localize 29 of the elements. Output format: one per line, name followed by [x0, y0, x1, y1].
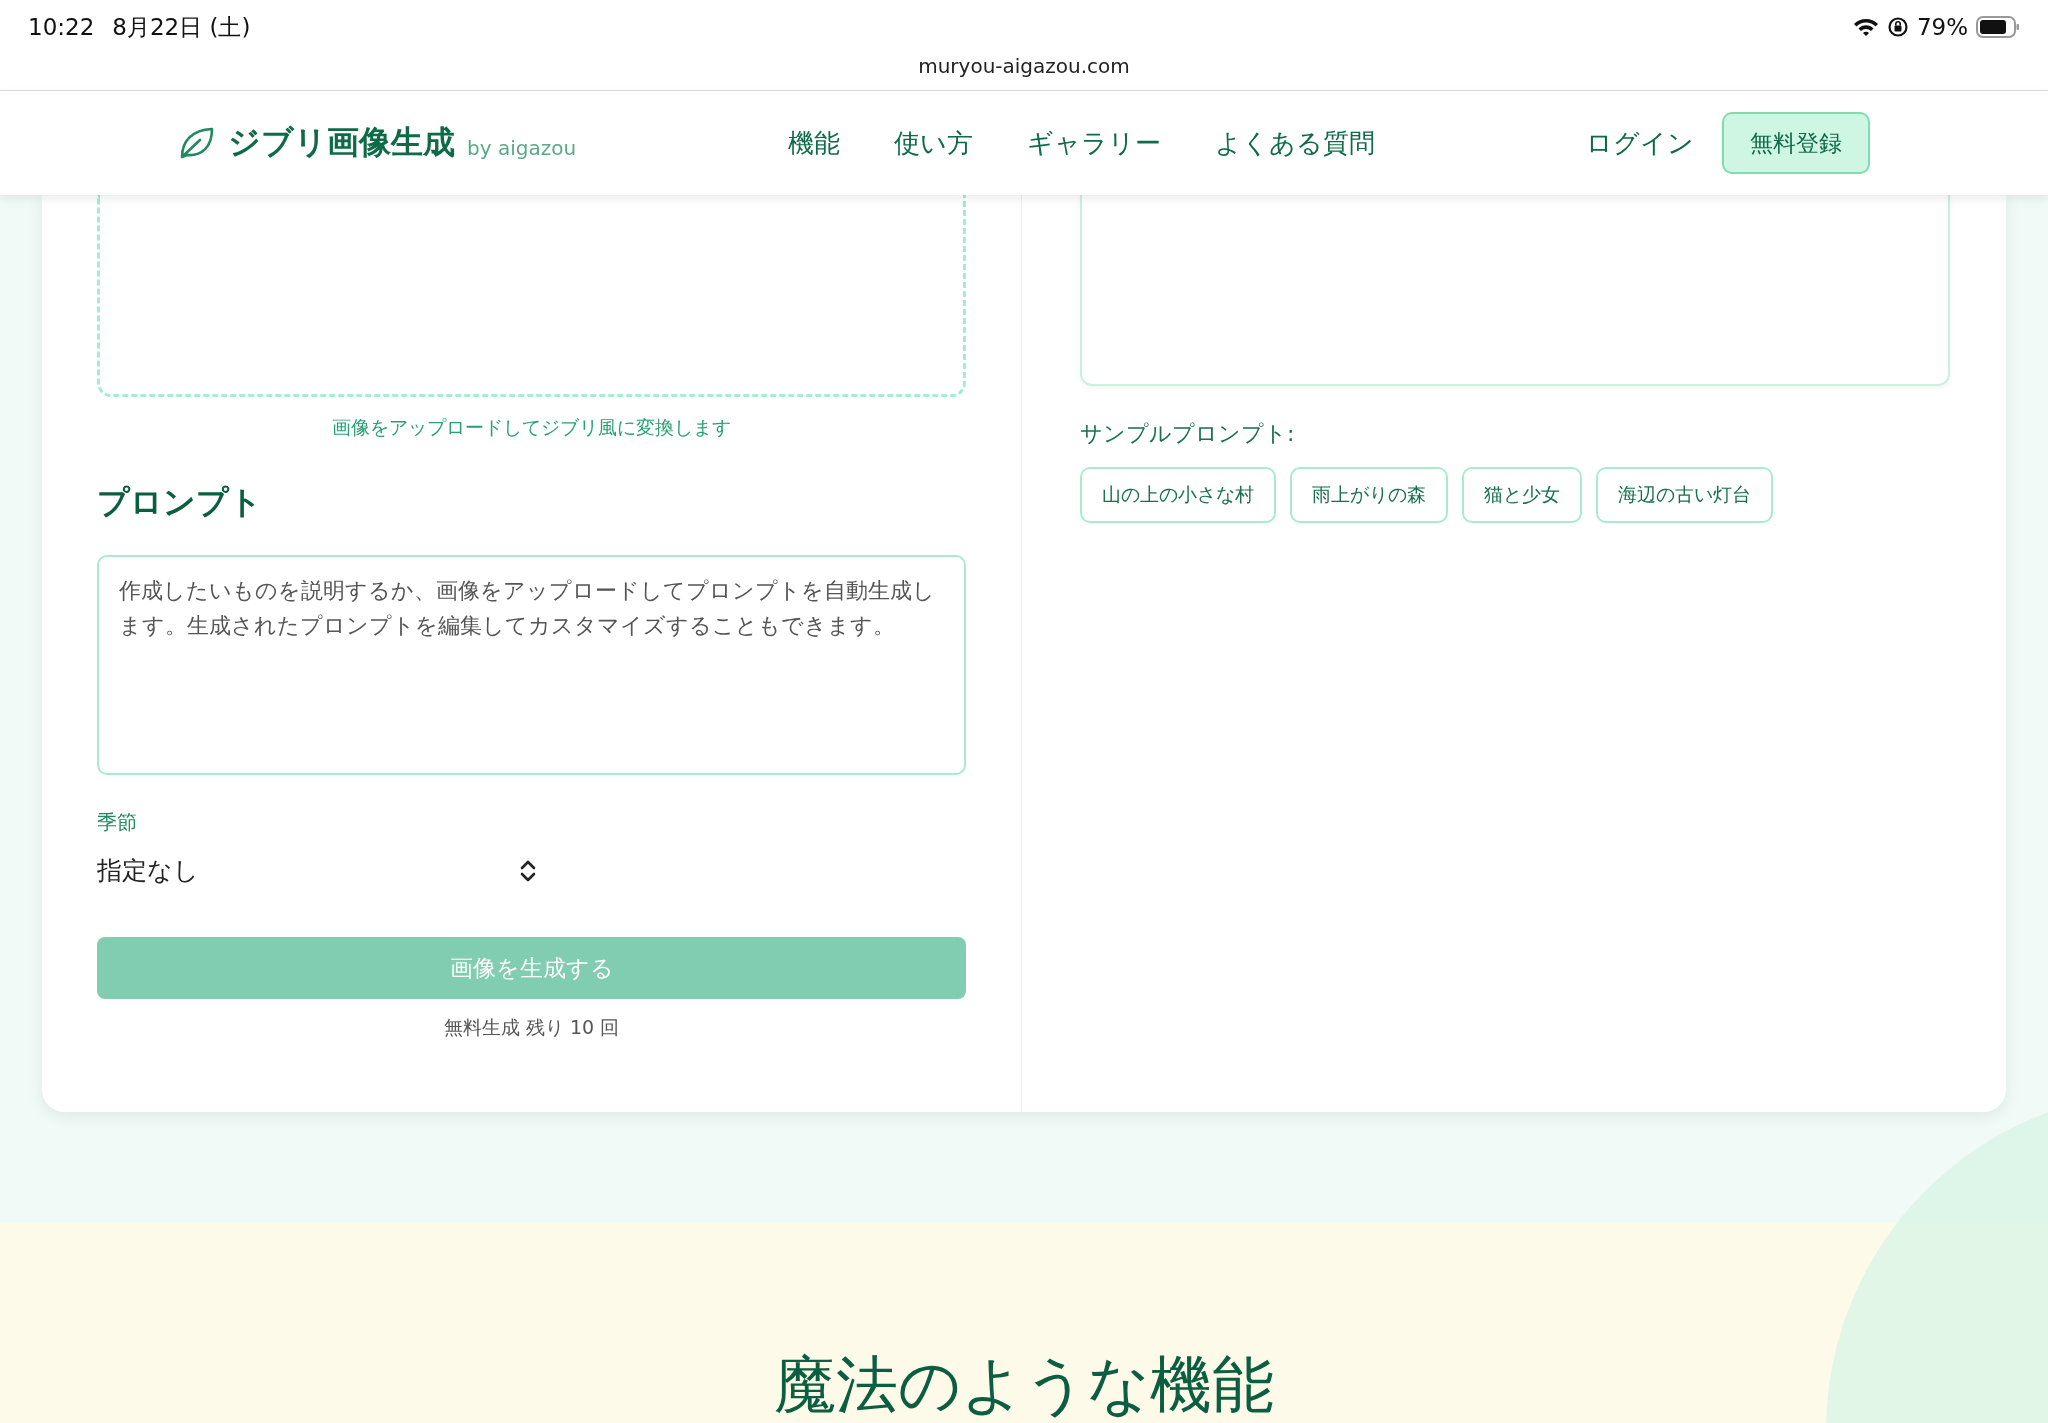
sample-chip[interactable]: 海辺の古い灯台 [1596, 467, 1773, 523]
nav-link[interactable]: 機能 [787, 125, 840, 161]
nav-link[interactable]: よくある質問 [1214, 125, 1375, 161]
prompt-heading: プロンプト [97, 482, 263, 523]
sample-label: サンプルプロンプト: [1080, 420, 1296, 448]
battery-icon [1976, 16, 2020, 38]
url-text: muryou-aigazou.com [918, 54, 1130, 78]
rotation-lock-icon [1886, 16, 1909, 38]
sample-chip[interactable]: 雨上がりの森 [1290, 467, 1448, 523]
status-time: 10:22 [28, 14, 95, 40]
upload-caption: 画像をアップロードしてジブリ風に変換します [331, 415, 732, 440]
signup-button[interactable]: 無料登録 [1722, 112, 1870, 174]
nav-link[interactable]: 使い方 [893, 125, 973, 161]
logo-title: ジブリ画像生成 [228, 122, 455, 163]
logo-suffix: by aigazou [467, 136, 577, 160]
sample-chip[interactable]: 山の上の小さな村 [1080, 467, 1276, 523]
leaf-icon [178, 125, 216, 161]
battery-percent: 79% [1916, 14, 1968, 40]
remaining-count: 無料生成 残り 10 回 [442, 1015, 621, 1040]
sample-chip[interactable]: 猫と少女 [1462, 467, 1582, 523]
season-label: 季節 [97, 809, 138, 836]
wifi-icon [1852, 17, 1879, 37]
prompt-textarea[interactable]: 作成したいものを説明するか、画像をアップロードしてプロンプトを自動生成します。生成されたプロンプトを編集してカスタマイズすることもできます。 [97, 555, 966, 775]
season-select[interactable]: 指定なし [97, 854, 537, 887]
nav-link[interactable]: ギャラリー [1026, 125, 1161, 161]
upload-dropzone[interactable] [97, 195, 966, 397]
status-date: 8月22日 (土) [112, 12, 251, 42]
login-link[interactable]: ログイン [1586, 125, 1694, 161]
features-heading: 魔法のような機能 [774, 1351, 1274, 1423]
